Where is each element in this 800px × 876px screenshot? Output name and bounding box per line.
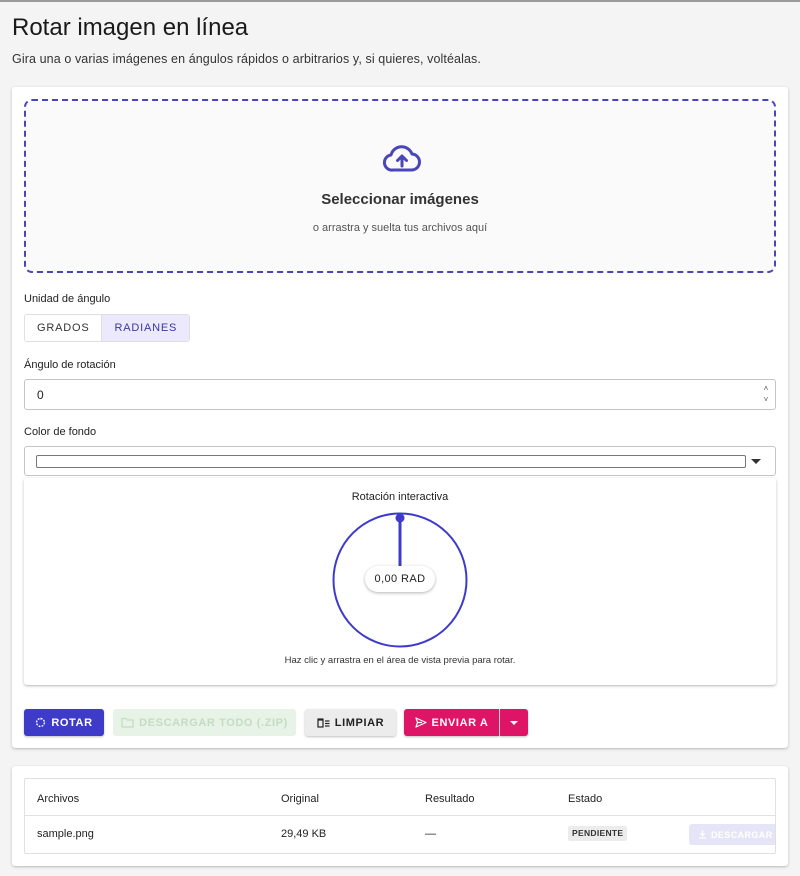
send-to-menu-button[interactable] (500, 709, 528, 736)
rotation-angle-value: 0 (37, 388, 44, 402)
dropzone-hint: o arrastra y suelta tus archivos aquí (312, 222, 488, 234)
angle-unit-label: Unidad de ángulo (24, 293, 111, 305)
download-icon (699, 830, 706, 839)
send-to-button[interactable]: ENVIAR A (404, 709, 499, 736)
status-badge: PENDIENTE (568, 826, 628, 841)
image-dropzone[interactable]: Seleccionar imágenes o arrastra y suelta… (24, 99, 776, 273)
rotate-button-label: ROTAR (51, 716, 93, 729)
header-status: Estado (568, 793, 603, 805)
angle-readout: 0,00 RAD (365, 566, 435, 592)
download-all-button[interactable]: DESCARGAR TODO (.ZIP) (113, 709, 296, 736)
rotation-angle-label: Ángulo de rotación (24, 359, 116, 371)
clear-button[interactable]: LIMPIAR (305, 709, 396, 736)
file-original-size: 29,49 KB (281, 828, 327, 840)
row-download-label: DESCARGAR (711, 829, 773, 840)
rotation-angle-input[interactable]: 0 ˄ ˅ (24, 379, 776, 410)
page-subtitle: Gira una o varias imágenes en ángulos rá… (12, 52, 481, 66)
rotate-button[interactable]: ROTAR (24, 709, 104, 736)
clear-button-label: LIMPIAR (334, 716, 385, 729)
download-all-label: DESCARGAR TODO (.ZIP) (139, 716, 288, 729)
files-table: Archivos Original Resultado Estado sampl… (24, 778, 776, 854)
header-files: Archivos (37, 793, 80, 805)
files-card: Archivos Original Resultado Estado sampl… (12, 766, 788, 866)
rotate-icon (36, 717, 46, 728)
background-color-select[interactable] (24, 446, 776, 476)
dropzone-title: Seleccionar imágenes (321, 191, 479, 208)
row-download-button[interactable]: DESCARGAR (689, 824, 775, 845)
caret-down-icon (510, 720, 518, 725)
preview-hint: Haz clic y arrastra en el área de vista … (284, 655, 516, 666)
dial-handle (395, 513, 405, 523)
file-name: sample.png (37, 828, 94, 840)
background-color-swatch (36, 455, 746, 468)
file-result-size: — (425, 828, 436, 840)
angle-unit-toggle: GRADOS RADIANES (24, 314, 191, 342)
chevron-down-icon (751, 459, 761, 464)
header-original: Original (281, 793, 319, 805)
send-to-label: ENVIAR A (431, 716, 489, 729)
preview-title: Rotación interactiva (351, 491, 449, 503)
angle-unit-radians[interactable]: RADIANES (101, 315, 190, 341)
page-title: Rotar imagen en línea (12, 14, 249, 41)
number-spinner-icon[interactable]: ˄ ˅ (761, 383, 771, 407)
angle-unit-degrees[interactable]: GRADOS (25, 315, 102, 341)
header-result: Resultado (425, 793, 475, 805)
send-icon (414, 717, 427, 728)
table-divider (25, 815, 775, 816)
folder-icon (121, 717, 134, 728)
interactive-rotation-preview[interactable]: Rotación interactiva 0,00 RAD Haz clic y… (24, 478, 776, 685)
clear-list-icon (317, 718, 330, 728)
background-color-label: Color de fondo (24, 426, 97, 438)
rotate-tool-card: Seleccionar imágenes o arrastra y suelta… (12, 87, 788, 748)
cloud-upload-icon (382, 145, 421, 172)
